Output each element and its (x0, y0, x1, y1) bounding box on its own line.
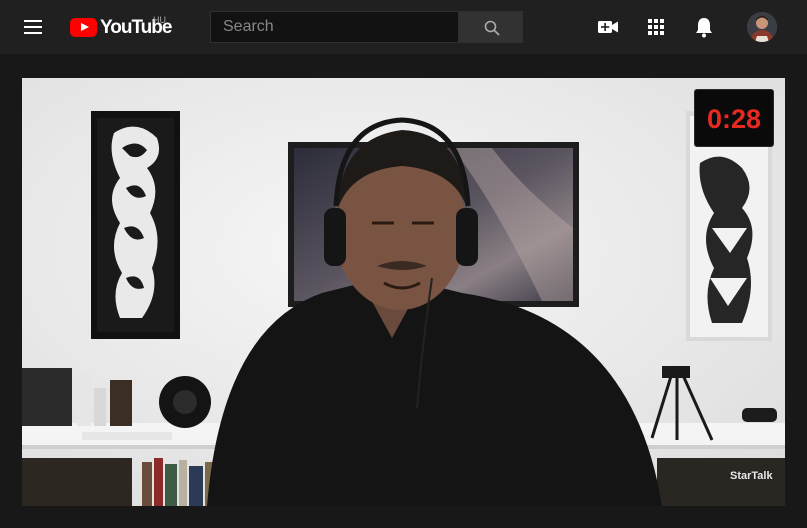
youtube-logo[interactable]: YouTube HU (70, 15, 180, 39)
search-input[interactable] (210, 11, 459, 43)
region-code: HU (153, 15, 166, 25)
search-button[interactable] (458, 11, 523, 43)
avatar[interactable] (747, 12, 777, 42)
video-player[interactable] (22, 78, 785, 506)
apps-icon[interactable] (644, 15, 668, 39)
countdown-timer: 0:28 (694, 89, 774, 147)
play-logo-icon (70, 18, 97, 37)
search-bar (210, 11, 523, 43)
search-icon (484, 20, 500, 36)
video-frame (22, 78, 785, 506)
create-video-icon[interactable] (596, 15, 620, 39)
notifications-icon[interactable] (692, 15, 716, 39)
masthead: YouTube HU (0, 0, 807, 54)
channel-watermark: StarTalk (730, 470, 773, 482)
menu-icon[interactable] (22, 16, 46, 38)
